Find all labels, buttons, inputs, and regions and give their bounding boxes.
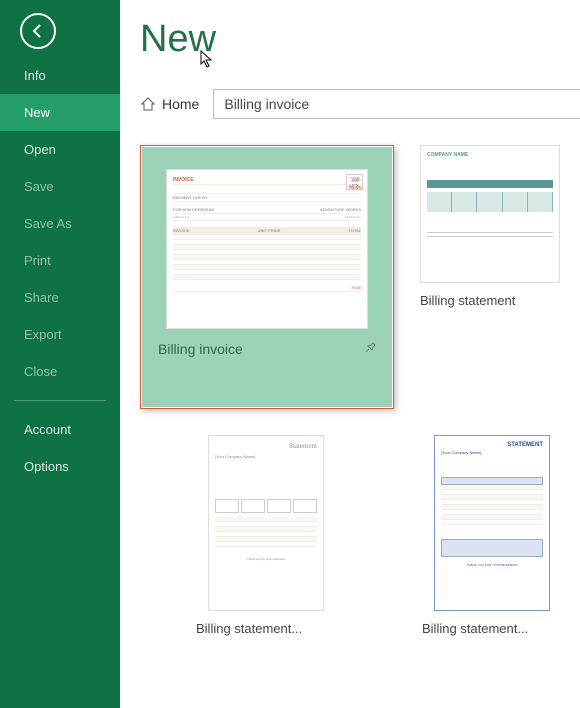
nav-save[interactable]: Save	[0, 168, 120, 205]
nav-options[interactable]: Options	[0, 448, 120, 485]
pin-icon[interactable]	[364, 342, 376, 357]
template-label: Billing invoice	[158, 341, 243, 357]
nav-share[interactable]: Share	[0, 279, 120, 316]
home-icon	[140, 96, 156, 112]
nav-print[interactable]: Print	[0, 242, 120, 279]
nav-export[interactable]: Export	[0, 316, 120, 353]
home-link[interactable]: Home	[140, 96, 199, 112]
nav-account[interactable]: Account	[0, 411, 120, 448]
template-thumbnail: Statement [Your Company Name] Thank you …	[208, 435, 324, 611]
back-button[interactable]	[20, 13, 56, 49]
arrow-left-icon	[30, 23, 46, 39]
home-label: Home	[162, 96, 199, 112]
template-thumbnail: STATEMENT [Your Company Name] THANK YOU …	[434, 435, 550, 611]
nav-save-as[interactable]: Save As	[0, 205, 120, 242]
cursor-icon	[200, 50, 214, 68]
nav-open[interactable]: Open	[0, 131, 120, 168]
search-row: Home Billing invoice	[140, 89, 580, 119]
template-billing-statement-1[interactable]: COMPANY NAME Billing statement	[420, 145, 560, 409]
nav-close[interactable]: Close	[0, 353, 120, 390]
template-billing-statement-2[interactable]: Statement [Your Company Name] Thank you …	[196, 435, 336, 636]
template-thumbnail: YOURLOGOHERE INVOICE0001 79.65 PAYMENT D…	[166, 169, 368, 329]
template-thumbnail: COMPANY NAME	[420, 145, 560, 283]
backstage-main: New Home Billing invoice YOURLOGOHERE IN…	[120, 0, 580, 708]
template-billing-statement-3[interactable]: STATEMENT [Your Company Name] THANK YOU …	[422, 435, 562, 636]
template-label: Billing statement	[420, 293, 560, 308]
template-billing-invoice[interactable]: YOURLOGOHERE INVOICE0001 79.65 PAYMENT D…	[140, 145, 394, 409]
sidebar-separator	[14, 400, 106, 401]
template-label: Billing statement...	[422, 621, 562, 636]
page-title: New	[140, 18, 580, 61]
search-input[interactable]: Billing invoice	[213, 89, 580, 119]
nav-new[interactable]: New	[0, 94, 120, 131]
nav-info[interactable]: Info	[0, 57, 120, 94]
template-label: Billing statement...	[196, 621, 336, 636]
template-grid: YOURLOGOHERE INVOICE0001 79.65 PAYMENT D…	[140, 145, 580, 636]
backstage-sidebar: Info New Open Save Save As Print Share E…	[0, 0, 120, 708]
